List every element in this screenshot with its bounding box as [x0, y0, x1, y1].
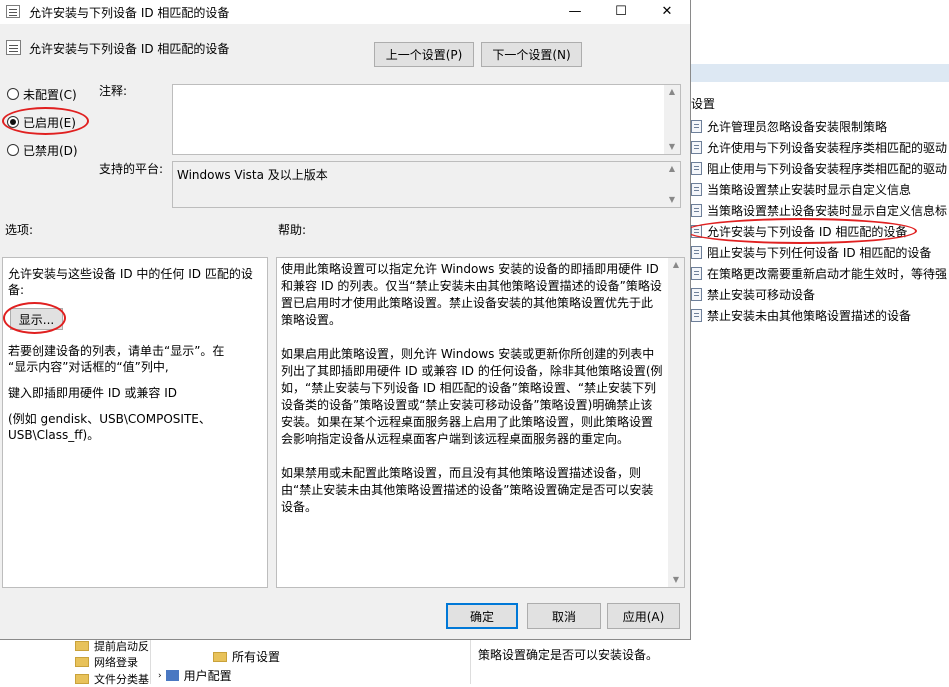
scroll-down-icon[interactable]: ▼ — [664, 193, 680, 207]
maximize-button[interactable]: ☐ — [598, 0, 644, 24]
comment-scrollbar[interactable]: ▲ ▼ — [664, 85, 680, 154]
options-instruction: 若要创建设备的列表，请单击“显示”。在 — [8, 344, 225, 358]
folder-icon — [213, 651, 227, 662]
tree-item-file-class[interactable]: 文件分类基 — [75, 671, 149, 687]
help-paragraph-1: 使用此策略设置可以指定允许 Windows 安装的设备的即插即用硬件 ID 和兼… — [281, 262, 662, 327]
help-paragraph-3: 如果禁用或未配置此策略设置，而且没有其他策略设置描述设备，则由“禁止安装未由其他… — [281, 466, 654, 514]
radio-circle-selected[interactable] — [7, 116, 19, 128]
tree-item-net-logon[interactable]: 网络登录 — [75, 654, 138, 670]
platform-label: 支持的平台: — [99, 162, 164, 176]
comment-label: 注释: — [99, 84, 128, 98]
options-instruction-cont: “显示内容”对话框的“值”列中, — [8, 360, 169, 374]
help-scrollbar[interactable]: ▲ ▼ — [668, 258, 684, 587]
pane-divider — [150, 640, 151, 684]
minimize-button[interactable]: — — [552, 0, 598, 24]
policy-item[interactable]: 当策略设置禁止安装时显示自定义信息 — [691, 179, 911, 199]
radio-not-configured[interactable]: 未配置(C) — [7, 86, 77, 102]
help-paragraph-2: 如果启用此策略设置，则允许 Windows 安装或更新你所创建的列表中列出了其即… — [281, 347, 663, 446]
settings-column-header[interactable]: 设置 — [691, 95, 715, 112]
chevron-right-icon[interactable]: › — [158, 671, 162, 681]
apply-button[interactable]: 应用(A) — [607, 603, 680, 629]
options-description-cont: 备: — [8, 283, 25, 297]
options-example-cont: USB\Class_ff)。 — [8, 428, 100, 442]
policy-item[interactable]: 在策略更改需要重新启动才能生效时，等待强 — [691, 263, 947, 283]
policy-icon — [691, 224, 702, 238]
folder-icon — [75, 674, 89, 684]
tree-item-early-launch[interactable]: 提前启动反 — [75, 638, 149, 654]
tree-item-all-settings[interactable]: 所有设置 — [213, 648, 280, 665]
help-label: 帮助: — [278, 223, 307, 237]
window-title: 允许安装与下列设备 ID 相匹配的设备 — [29, 6, 230, 20]
radio-circle[interactable] — [7, 88, 19, 100]
policy-icon — [691, 245, 702, 259]
close-button[interactable]: ✕ — [644, 0, 690, 24]
policy-icon — [691, 182, 702, 196]
options-label: 选项: — [5, 223, 34, 237]
policy-header-icon — [6, 40, 21, 55]
policy-item[interactable]: 当策略设置禁止设备安装时显示自定义信息标 — [691, 200, 947, 220]
platform-value: Windows Vista 及以上版本 — [177, 168, 328, 182]
scroll-down-icon[interactable]: ▼ — [664, 140, 680, 154]
policy-icon — [691, 203, 702, 217]
previous-setting-button[interactable]: 上一个设置(P) — [374, 42, 474, 67]
help-text: 使用此策略设置可以指定允许 Windows 安装的设备的即插即用硬件 ID 和兼… — [281, 261, 664, 533]
scroll-down-icon[interactable]: ▼ — [668, 573, 684, 587]
policy-item[interactable]: 阻止安装与下列任何设备 ID 相匹配的设备 — [691, 242, 931, 262]
policy-app-icon — [6, 5, 20, 18]
policy-icon — [691, 266, 702, 280]
user-config-icon — [165, 670, 179, 681]
policy-icon — [691, 287, 702, 301]
platform-scrollbar[interactable]: ▲ ▼ — [664, 162, 680, 207]
cancel-button[interactable]: 取消 — [527, 603, 601, 629]
console-tree-area: 提前启动反 网络登录 文件分类基 所有设置 › 用户配置 策略设置确定是否可以安装… — [0, 638, 949, 687]
policy-item[interactable]: 允许使用与下列设备安装程序类相匹配的驱动 — [691, 137, 947, 157]
folder-icon — [75, 657, 89, 667]
scroll-up-icon[interactable]: ▲ — [664, 162, 680, 176]
policy-item[interactable]: 禁止安装未由其他策略设置描述的设备 — [691, 305, 911, 325]
policy-item-selected[interactable]: 允许安装与下列设备 ID 相匹配的设备 — [691, 221, 907, 241]
help-panel: 使用此策略设置可以指定允许 Windows 安装的设备的即插即用硬件 ID 和兼… — [276, 257, 685, 588]
tree-item-user-config[interactable]: › 用户配置 — [158, 667, 232, 684]
show-button[interactable]: 显示... — [10, 308, 63, 330]
radio-circle[interactable] — [7, 144, 19, 156]
comment-textarea[interactable]: ▲ ▼ — [172, 84, 681, 155]
policy-list-pane: 设置 允许管理员忽略设备安装限制策略 允许使用与下列设备安装程序类相匹配的驱动 … — [685, 0, 949, 684]
radio-disabled[interactable]: 已禁用(D) — [7, 142, 78, 158]
options-instruction-2: 键入即插即用硬件 ID 或兼容 ID — [8, 386, 178, 400]
ok-button[interactable]: 确定 — [446, 603, 518, 629]
setting-header-title: 允许安装与下列设备 ID 相匹配的设备 — [29, 42, 230, 56]
policy-icon — [691, 119, 702, 133]
pane-divider — [470, 640, 471, 684]
options-example: (例如 gendisk、USB\COMPOSITE、 — [8, 412, 211, 426]
policy-icon — [691, 140, 702, 154]
policy-description: 策略设置确定是否可以安装设备。 — [478, 648, 659, 662]
next-setting-button[interactable]: 下一个设置(N) — [481, 42, 582, 67]
policy-item[interactable]: 阻止使用与下列设备安装程序类相匹配的驱动 — [691, 158, 947, 178]
policy-item[interactable]: 禁止安装可移动设备 — [691, 284, 815, 304]
scroll-up-icon[interactable]: ▲ — [664, 85, 680, 99]
folder-icon — [75, 641, 89, 651]
policy-icon — [691, 308, 702, 322]
policy-icon — [691, 161, 702, 175]
column-header-strip — [691, 64, 949, 82]
title-bar[interactable]: 允许安装与下列设备 ID 相匹配的设备 — ☐ ✕ — [0, 0, 690, 24]
options-panel: 允许安装与这些设备 ID 中的任何 ID 匹配的设 备: 显示... 若要创建设… — [2, 257, 268, 588]
options-description: 允许安装与这些设备 ID 中的任何 ID 匹配的设 — [8, 267, 253, 281]
policy-item[interactable]: 允许管理员忽略设备安装限制策略 — [691, 116, 887, 136]
policy-settings-dialog: 允许安装与下列设备 ID 相匹配的设备 — ☐ ✕ 允许安装与下列设备 ID 相… — [0, 0, 691, 640]
platform-field: Windows Vista 及以上版本 ▲ ▼ — [172, 161, 681, 208]
radio-enabled[interactable]: 已启用(E) — [7, 114, 76, 130]
scroll-up-icon[interactable]: ▲ — [668, 258, 684, 272]
